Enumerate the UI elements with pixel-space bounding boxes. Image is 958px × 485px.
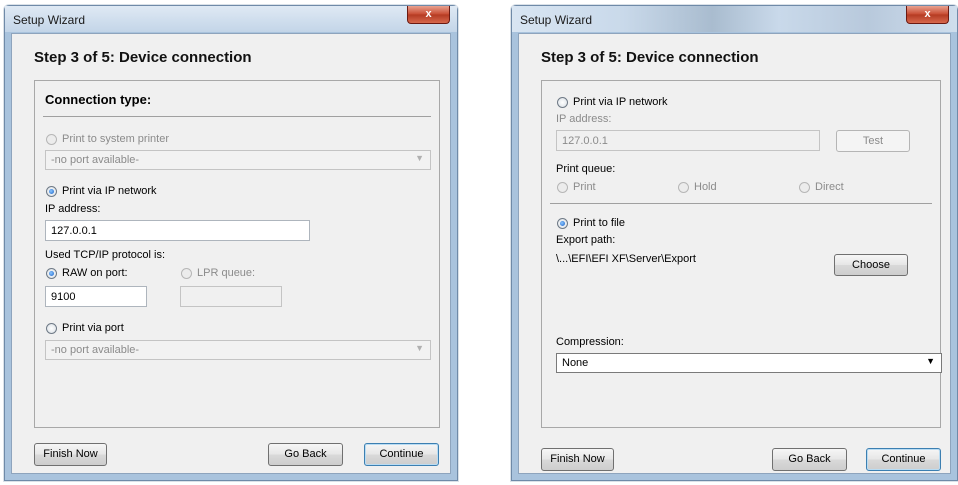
- lpr-queue-label: LPR queue:: [197, 267, 256, 279]
- finish-now-button[interactable]: Finish Now: [34, 443, 107, 466]
- lpr-queue-input[interactable]: [180, 286, 282, 307]
- wizard-client-area: Step 3 of 5: Device connection Connectio…: [11, 33, 451, 474]
- queue-print-radio[interactable]: [557, 182, 568, 193]
- continue-button[interactable]: Continue: [866, 448, 941, 471]
- step-title: Step 3 of 5: Device connection: [34, 49, 252, 66]
- raw-port-label: RAW on port:: [62, 267, 128, 279]
- connection-panel: Connection type: Print to system printer…: [34, 80, 440, 428]
- queue-direct-label: Direct: [815, 181, 844, 193]
- chevron-down-icon: ▼: [415, 153, 424, 163]
- compression-select[interactable]: None ▼: [556, 353, 942, 373]
- setup-wizard-window-right: Setup Wizard x Step 3 of 5: Device conne…: [511, 5, 958, 481]
- ip-address-label: IP address:: [556, 113, 612, 125]
- window-title: Setup Wizard: [13, 13, 86, 27]
- divider: [550, 203, 932, 204]
- print-queue-label: Print queue:: [556, 163, 616, 175]
- via-port-label: Print via port: [62, 322, 124, 334]
- print-to-file-radio[interactable]: [557, 218, 568, 229]
- ip-network-label: Print via IP network: [573, 96, 668, 108]
- queue-hold-radio[interactable]: [678, 182, 689, 193]
- title-bar[interactable]: Setup Wizard x: [512, 6, 957, 32]
- queue-print-label: Print: [573, 181, 596, 193]
- setup-wizard-window-left: Setup Wizard x Step 3 of 5: Device conne…: [4, 5, 458, 481]
- ip-address-input[interactable]: 127.0.0.1: [45, 220, 310, 241]
- queue-hold-label: Hold: [694, 181, 717, 193]
- go-back-button[interactable]: Go Back: [268, 443, 343, 466]
- print-to-file-label: Print to file: [573, 217, 625, 229]
- ip-network-radio[interactable]: [557, 97, 568, 108]
- ip-address-input[interactable]: 127.0.0.1: [556, 130, 820, 151]
- export-path-label: Export path:: [556, 234, 616, 246]
- select-value: -no port available-: [51, 154, 140, 166]
- chevron-down-icon: ▼: [415, 343, 424, 353]
- system-printer-radio[interactable]: [46, 134, 57, 145]
- go-back-button[interactable]: Go Back: [772, 448, 847, 471]
- finish-now-button[interactable]: Finish Now: [541, 448, 614, 471]
- close-icon[interactable]: x: [906, 6, 949, 24]
- via-port-radio[interactable]: [46, 323, 57, 334]
- title-bar[interactable]: Setup Wizard x: [5, 6, 457, 32]
- continue-button[interactable]: Continue: [364, 443, 439, 466]
- raw-port-radio[interactable]: [46, 268, 57, 279]
- select-value: None: [562, 357, 589, 369]
- choose-button[interactable]: Choose: [834, 254, 908, 276]
- export-path-value: \...\EFI\EFI XF\Server\Export: [556, 253, 696, 265]
- system-printer-label: Print to system printer: [62, 133, 169, 145]
- wizard-client-area: Step 3 of 5: Device connection Print via…: [518, 33, 951, 474]
- close-icon[interactable]: x: [407, 6, 450, 24]
- ip-network-label: Print via IP network: [62, 185, 157, 197]
- test-button[interactable]: Test: [836, 130, 910, 152]
- chevron-down-icon: ▼: [926, 356, 935, 366]
- step-title: Step 3 of 5: Device connection: [541, 49, 759, 66]
- tcp-protocol-label: Used TCP/IP protocol is:: [45, 249, 166, 261]
- connection-panel: Print via IP network IP address: 127.0.0…: [541, 80, 942, 428]
- window-title: Setup Wizard: [520, 13, 593, 27]
- raw-port-input[interactable]: 9100: [45, 286, 147, 307]
- ip-network-radio[interactable]: [46, 186, 57, 197]
- system-printer-port-select[interactable]: -no port available- ▼: [45, 150, 431, 170]
- queue-direct-radio[interactable]: [799, 182, 810, 193]
- connection-type-heading: Connection type:: [45, 92, 152, 107]
- compression-label: Compression:: [556, 336, 624, 348]
- ip-address-label: IP address:: [45, 203, 101, 215]
- select-value: -no port available-: [51, 344, 140, 356]
- lpr-queue-radio[interactable]: [181, 268, 192, 279]
- divider: [43, 116, 431, 117]
- via-port-select[interactable]: -no port available- ▼: [45, 340, 431, 360]
